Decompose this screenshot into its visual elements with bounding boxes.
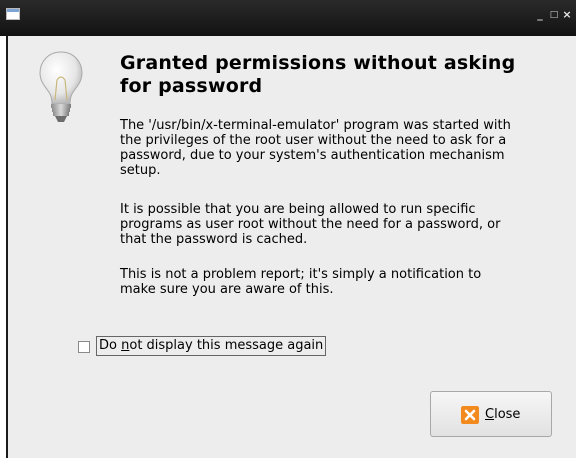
do-not-display-label[interactable]: Do not display this message again bbox=[96, 336, 327, 356]
paragraph-line: password, due to your system's authentic… bbox=[120, 148, 505, 163]
paragraph-line: that the password is cached. bbox=[120, 232, 308, 247]
dialog-window: _ □ × Granted permissions without asking bbox=[0, 0, 576, 458]
lightbulb-icon bbox=[39, 51, 83, 122]
paragraph-explanation: It is possible that you are being allowe… bbox=[120, 202, 570, 247]
paragraph-line: setup. bbox=[120, 163, 161, 178]
minimize-button[interactable]: _ bbox=[534, 8, 546, 22]
window-border bbox=[0, 36, 8, 458]
title-bar: _ □ × bbox=[0, 0, 576, 36]
maximize-button[interactable]: □ bbox=[548, 8, 560, 22]
paragraph-line: It is possible that you are being allowe… bbox=[120, 202, 476, 217]
dialog-heading: Granted permissions without asking for p… bbox=[120, 52, 560, 98]
paragraph-notification: This is not a problem report; it's simpl… bbox=[120, 267, 570, 297]
window-app-icon bbox=[6, 8, 20, 20]
close-label-text: lose bbox=[494, 407, 521, 422]
close-button-label: Close bbox=[485, 406, 520, 424]
close-icon bbox=[461, 406, 479, 424]
paragraph-line: programs as user root without the need f… bbox=[120, 217, 501, 232]
paragraph-line: This is not a problem report; it's simpl… bbox=[120, 267, 482, 282]
paragraph-line: make sure you are aware of this. bbox=[120, 282, 334, 297]
paragraph-line: the privileges of the root user without … bbox=[120, 133, 507, 148]
label-text: ot display this message again bbox=[129, 338, 324, 353]
dialog-heading-line: for password bbox=[120, 75, 263, 97]
paragraph-line: The '/usr/bin/x-terminal-emulator' progr… bbox=[120, 118, 511, 133]
dialog-heading-line: Granted permissions without asking bbox=[120, 52, 516, 74]
do-not-display-checkbox[interactable] bbox=[78, 341, 90, 353]
paragraph-permissions: The '/usr/bin/x-terminal-emulator' progr… bbox=[120, 118, 570, 178]
label-text: Do bbox=[99, 338, 122, 353]
close-mnemonic: C bbox=[485, 407, 495, 422]
close-button[interactable]: Close bbox=[430, 391, 552, 437]
window-close-button[interactable]: × bbox=[561, 8, 573, 22]
